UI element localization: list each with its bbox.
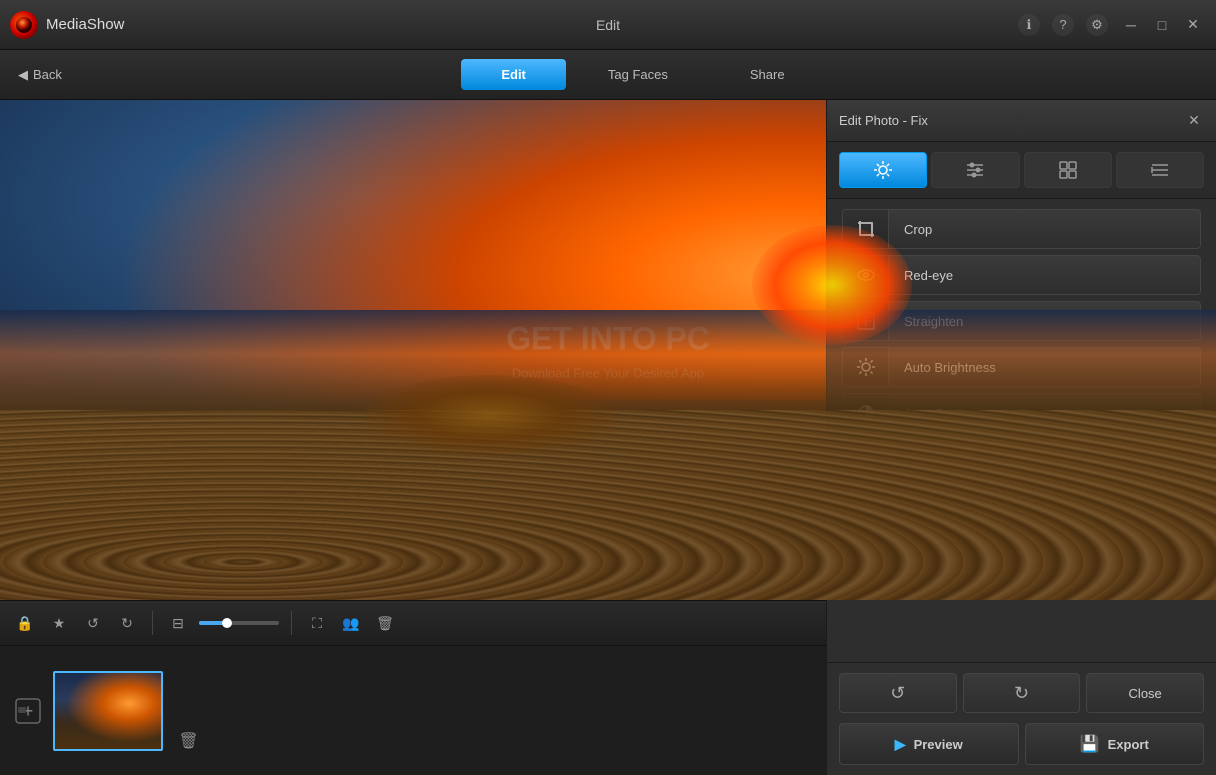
panel-tab-effects[interactable] bbox=[1024, 152, 1112, 188]
lock-button[interactable]: 🔒 bbox=[12, 610, 38, 636]
panel-tab-adjust[interactable] bbox=[931, 152, 1019, 188]
tab-edit[interactable]: Edit bbox=[461, 59, 566, 90]
fullscreen-button[interactable]: ⛶ bbox=[304, 610, 330, 636]
people-tag-button[interactable]: 👥 bbox=[338, 610, 364, 636]
close-button[interactable]: ✕ bbox=[1180, 12, 1206, 38]
back-arrow-icon: ◀ bbox=[18, 67, 28, 83]
panel-actions: ↺ ↻ Close bbox=[827, 662, 1216, 723]
play-icon: ▶ bbox=[895, 736, 906, 753]
nav-tabs: Edit Tag Faces Share bbox=[461, 59, 824, 90]
close-edit-button[interactable]: Close bbox=[1086, 673, 1204, 713]
tab-share[interactable]: Share bbox=[710, 59, 825, 90]
delete-photo-button[interactable]: 🗑 bbox=[372, 610, 398, 636]
export-button[interactable]: 💾 Export bbox=[1025, 723, 1205, 765]
toolbar-divider-2 bbox=[291, 611, 292, 635]
titlebar: MediaShow Edit ℹ ? ⚙ ─ □ ✕ bbox=[0, 0, 1216, 50]
add-photo-button[interactable]: + bbox=[10, 693, 45, 728]
filmstrip-delete-button[interactable]: 🗑 bbox=[171, 723, 206, 758]
minimize-button[interactable]: ─ bbox=[1118, 12, 1144, 38]
tab-tag-faces[interactable]: Tag Faces bbox=[568, 59, 708, 90]
app-name: MediaShow bbox=[46, 16, 1018, 33]
toolbar-divider bbox=[152, 611, 153, 635]
star-button[interactable]: ★ bbox=[46, 610, 72, 636]
panel-header: Edit Photo - Fix ✕ bbox=[827, 100, 1216, 142]
panel-title: Edit Photo - Fix bbox=[839, 113, 928, 128]
preview-button[interactable]: ▶ Preview bbox=[839, 723, 1019, 765]
titlebar-icons: ℹ ? ⚙ bbox=[1018, 14, 1108, 36]
panel-tabs bbox=[827, 142, 1216, 199]
red-eye-label: Red-eye bbox=[889, 268, 1200, 283]
preview-export-bar: ▶ Preview 💾 Export bbox=[827, 723, 1216, 775]
navbar: ◀ Back Edit Tag Faces Share bbox=[0, 50, 1216, 100]
panel-tab-fix[interactable] bbox=[839, 152, 927, 188]
fit-view-button[interactable]: ⊟ bbox=[165, 610, 191, 636]
crop-button[interactable]: Crop bbox=[842, 209, 1201, 249]
rotate-right-button[interactable]: ↻ bbox=[114, 610, 140, 636]
save-icon: 💾 bbox=[1080, 734, 1100, 754]
back-label: Back bbox=[33, 67, 62, 82]
help-icon[interactable]: ? bbox=[1052, 14, 1074, 36]
info-icon[interactable]: ℹ bbox=[1018, 14, 1040, 36]
filmstrip-thumb-1[interactable] bbox=[53, 671, 163, 751]
panel-close-button[interactable]: ✕ bbox=[1184, 111, 1204, 131]
back-button[interactable]: ◀ Back bbox=[10, 63, 70, 87]
window-title: Edit bbox=[596, 17, 620, 33]
main-content: GET INTO PC Download Free Your Desired A… bbox=[0, 100, 1216, 775]
app-logo bbox=[10, 11, 38, 39]
crop-label: Crop bbox=[889, 222, 1200, 237]
export-label: Export bbox=[1108, 737, 1149, 752]
zoom-slider-container bbox=[199, 621, 279, 625]
rotate-left-button[interactable]: ↺ bbox=[80, 610, 106, 636]
zoom-slider[interactable] bbox=[199, 621, 279, 625]
window-controls: ─ □ ✕ bbox=[1118, 12, 1206, 38]
panel-tab-settings[interactable] bbox=[1116, 152, 1204, 188]
preview-label: Preview bbox=[914, 737, 963, 752]
redo-button[interactable]: ↻ bbox=[963, 673, 1081, 713]
settings-icon[interactable]: ⚙ bbox=[1086, 14, 1108, 36]
maximize-button[interactable]: □ bbox=[1149, 12, 1175, 38]
undo-button[interactable]: ↺ bbox=[839, 673, 957, 713]
